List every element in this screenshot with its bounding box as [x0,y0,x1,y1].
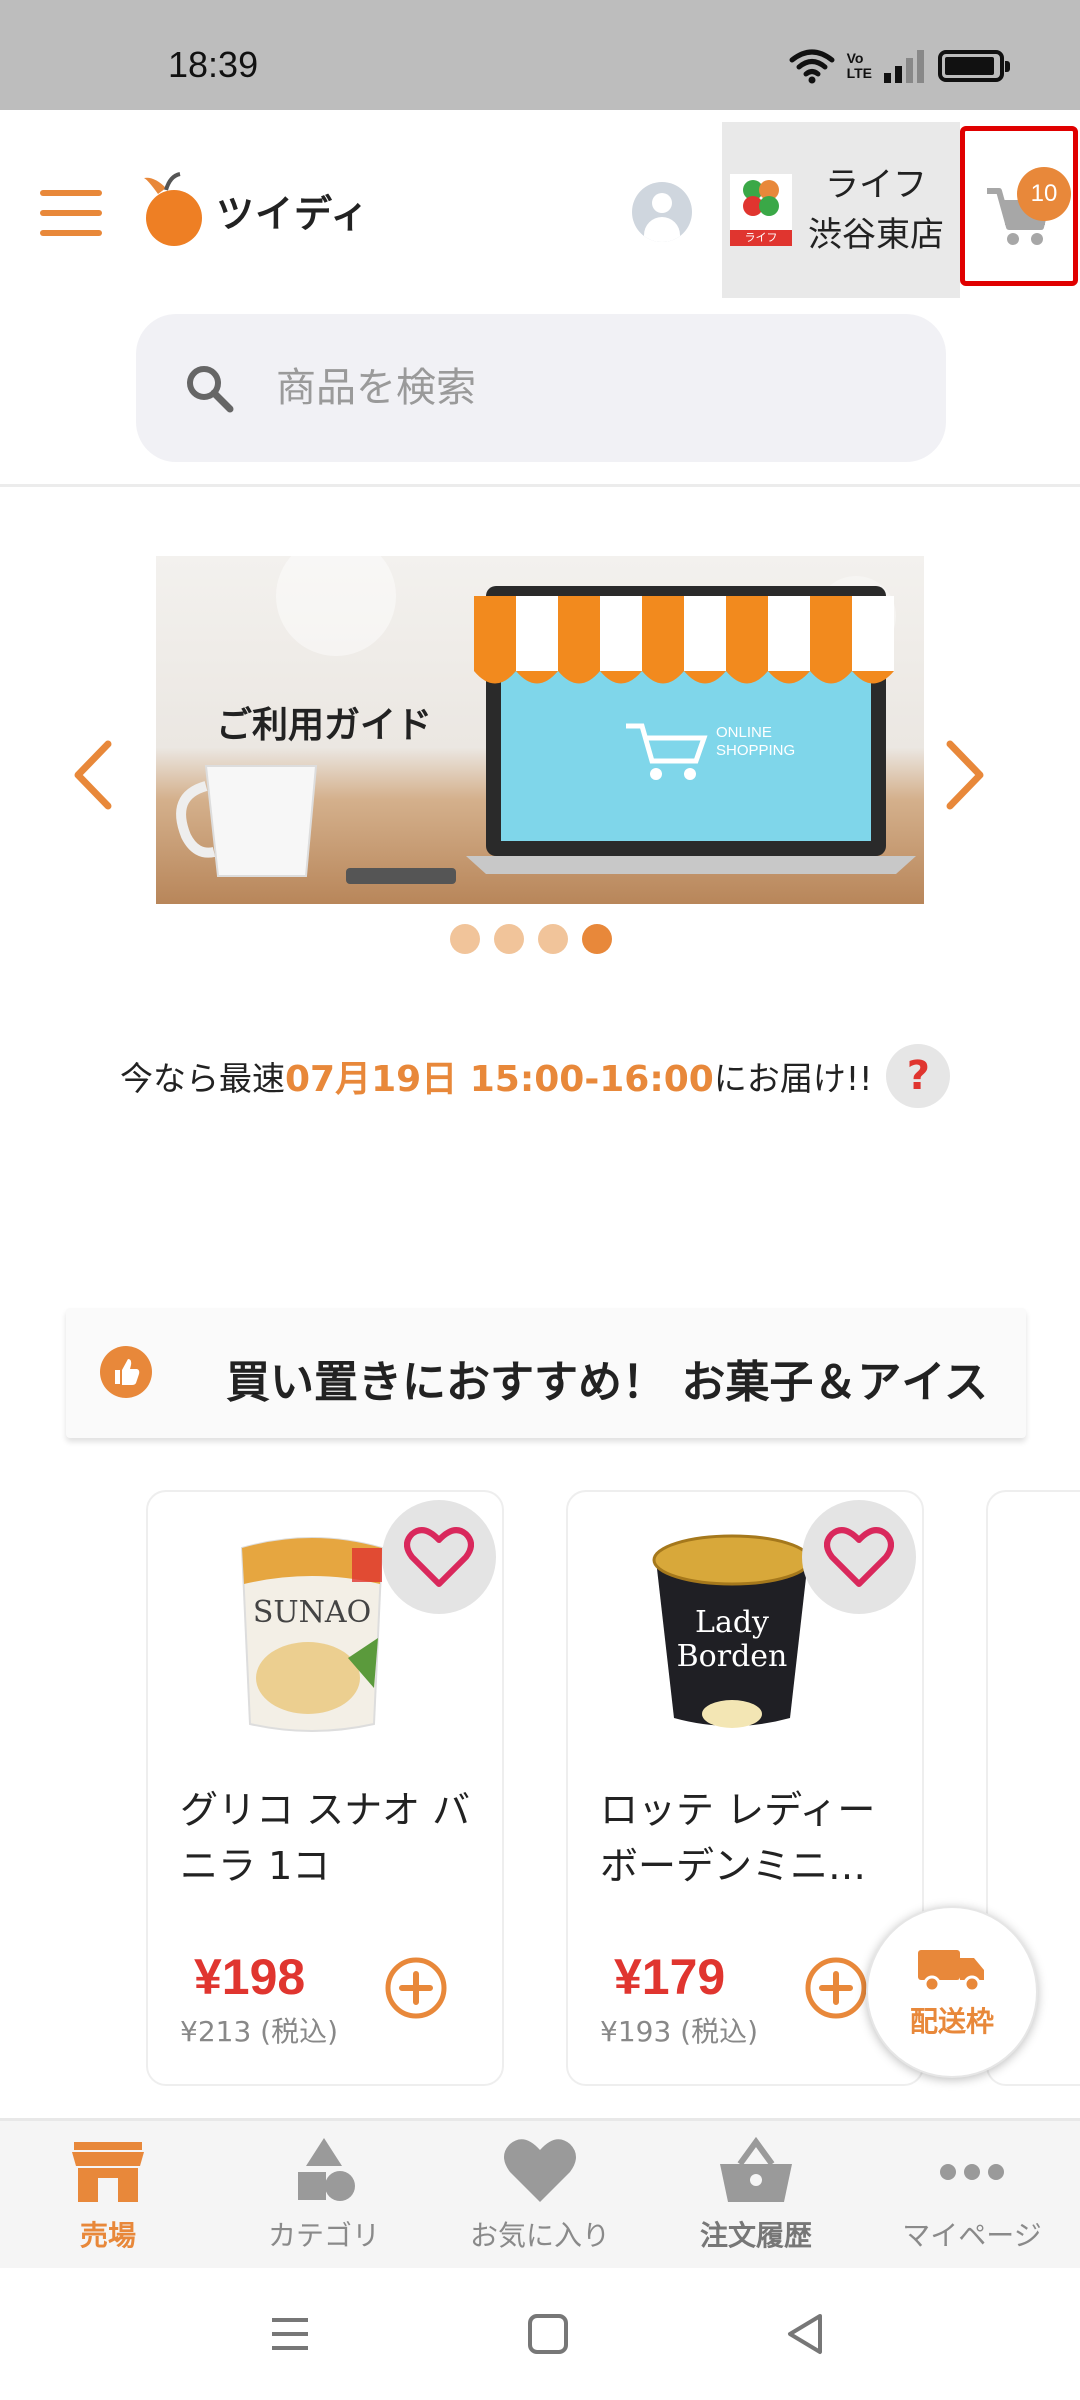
search-bar[interactable] [136,314,946,462]
system-nav-bar [0,2268,1080,2400]
carousel-next-icon[interactable] [944,740,988,810]
section-header: 買い置きにおすすめ！ お菓子＆アイス [66,1308,1026,1438]
product-price: ¥198 [194,1949,306,2005]
store-selector[interactable]: ライフ ライフ 渋谷東店 [722,122,960,298]
app-name: ツイディ [216,191,370,236]
clover-icon [743,180,779,216]
delivery-slot-label: 配送枠 [909,2005,994,2038]
wifi-icon [789,49,835,84]
product-price-tax: ¥193 (税込) [600,2015,759,2048]
thumbs-up-icon [100,1346,152,1398]
nav-item-category[interactable]: カテゴリ [216,2121,432,2268]
more-icon [940,2163,1004,2180]
section-title: 買い置きにおすすめ！ お菓子＆アイス [226,1357,988,1408]
nav-label: 注文履歴 [699,2218,812,2252]
add-to-cart-icon[interactable] [384,1956,448,2020]
product-name: グリコ スナオ バニラ 1コ [180,1788,471,1888]
product-price: ¥179 [614,1949,726,2005]
status-icons: Vo LTE [789,46,1010,86]
favorite-button[interactable] [382,1500,496,1614]
basket-icon [720,2136,792,2202]
nav-label: カテゴリ [267,2218,380,2252]
carousel-dot[interactable] [450,924,480,954]
signal-icon [884,50,924,83]
cart-button[interactable]: 10 [960,126,1078,286]
delivery-slot-button[interactable]: 配送枠 [866,1906,1038,2078]
help-button[interactable]: ? [886,1044,951,1108]
heart-icon [504,2138,576,2202]
nav-item-store[interactable]: 売場 [0,2121,216,2268]
nav-label: 売場 [79,2218,136,2252]
nav-item-order-history[interactable]: 注文履歴 [648,2121,864,2268]
carousel-prev-icon[interactable] [70,740,114,810]
home-icon[interactable] [526,2312,570,2356]
app-screen: 18:39 Vo LTE ツイディ ライフ ライフ 渋谷東店 10 商品を検索 … [0,0,1080,2400]
store-logo-label: ライフ [730,230,792,246]
delivery-time: 07月19日 15:00-16:00 [285,1059,714,1100]
search-icon [187,366,234,413]
nav-item-favorites[interactable]: お気に入り [432,2121,648,2268]
heart-outline-icon [404,1527,474,1587]
volte-indicator: Vo LTE [846,50,872,81]
app-header: ツイディ ライフ ライフ 渋谷東店 10 [0,110,1080,300]
bottom-nav: 売場 カテゴリ お気に入り 注文履歴 マイページ [0,2118,1080,2268]
app-logo: ツイディ [140,172,369,248]
truck-icon [918,1950,984,1993]
back-icon[interactable] [784,2312,828,2356]
svg-text:Borden: Borden [677,1639,788,1674]
status-time: 18:39 [168,44,259,85]
product-image: Lady Borden [652,1534,812,1728]
svg-text:Lady: Lady [695,1605,769,1640]
search-input[interactable] [276,365,836,411]
svg-text:SUNAO: SUNAO [253,1595,371,1630]
delivery-info: 今なら最速 07月19日 15:00-16:00 にお届け!! ? [120,1044,1000,1108]
banner-title: ご利用ガイド [216,705,433,746]
store-icon [72,2141,144,2202]
delivery-suffix: にお届け!! [713,1059,873,1098]
nav-label: マイページ [902,2218,1042,2252]
product-name: ロッテ レディーボーデンミニ… [600,1788,876,1888]
product-image: SUNAO [240,1537,384,1732]
cart-count-badge: 10 [1017,167,1071,221]
awning [474,596,894,684]
carousel-dot[interactable] [494,924,524,954]
status-bar: 18:39 Vo LTE [0,0,1080,110]
recent-apps-icon[interactable] [268,2312,312,2356]
carousel-dot-active[interactable] [582,924,612,954]
product-card[interactable]: SUNAO グリコ スナオ バニラ 1コ ¥198 ¥213 (税込) [146,1490,504,2086]
store-logo: ライフ [730,174,792,246]
banner-screen-text: ONLINE SHOPPING [716,724,796,759]
guide-banner[interactable]: ご利用ガイド ONLINE SHOPPING [156,556,924,904]
category-icon [298,2137,355,2201]
store-name-line2: 渋谷東店 [808,215,944,255]
nav-label: お気に入り [469,2218,610,2252]
heart-outline-icon [824,1527,894,1587]
orange-logo-icon [144,172,202,246]
carousel-dot[interactable] [538,924,568,954]
store-name-line1: ライフ [825,165,927,205]
profile-icon[interactable] [632,182,692,242]
carousel-indicator [450,924,612,954]
nav-item-mypage[interactable]: マイページ [864,2121,1080,2268]
favorite-button[interactable] [802,1500,916,1614]
battery-icon [938,50,1010,82]
store-name: ライフ 渋谷東店 [792,160,960,260]
delivery-prefix: 今なら最速 [120,1059,285,1098]
menu-icon[interactable] [40,190,102,236]
add-to-cart-icon[interactable] [804,1956,868,2020]
product-price-tax: ¥213 (税込) [180,2015,339,2048]
header-divider [0,484,1080,487]
